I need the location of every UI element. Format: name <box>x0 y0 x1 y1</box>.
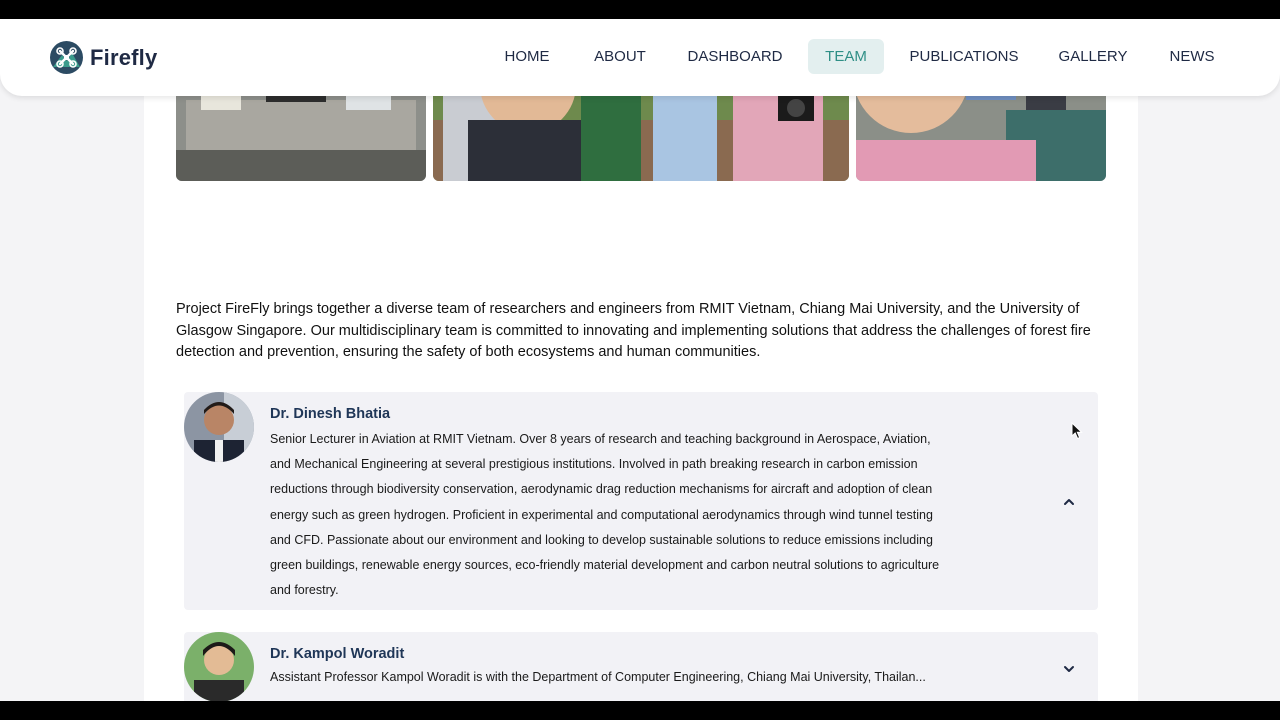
top-navbar: Firefly HOME ABOUT DASHBOARD TEAM PUBLIC… <box>0 19 1280 96</box>
nav-dashboard[interactable]: DASHBOARD <box>676 39 794 74</box>
team-member-card[interactable]: Dr. Kampol Woradit Assistant Professor K… <box>184 632 1098 712</box>
drone-logo-icon <box>50 41 83 74</box>
brand-logo[interactable]: Firefly <box>50 41 157 74</box>
brand-name: Firefly <box>90 44 158 70</box>
avatar <box>184 632 254 702</box>
nav-gallery[interactable]: GALLERY <box>1048 39 1138 74</box>
team-member-card[interactable]: Dr. Dinesh Bhatia Senior Lecturer in Avi… <box>184 392 1098 610</box>
chevron-up-icon[interactable] <box>1062 495 1076 509</box>
member-name: Dr. Kampol Woradit <box>270 646 405 662</box>
team-intro-text: Project FireFly brings together a divers… <box>176 301 1091 361</box>
nav-team[interactable]: TEAM <box>808 39 884 74</box>
nav-news[interactable]: NEWS <box>1160 39 1224 74</box>
member-bio: Senior Lecturer in Aviation at RMIT Viet… <box>270 432 940 598</box>
video-letterbox-bottom <box>0 701 1280 720</box>
nav-home[interactable]: HOME <box>490 39 564 74</box>
member-bio-preview: Assistant Professor Kampol Woradit is wi… <box>270 670 926 684</box>
member-name: Dr. Dinesh Bhatia <box>270 406 391 422</box>
video-letterbox-top <box>0 0 1280 19</box>
chevron-down-icon[interactable] <box>1062 662 1076 676</box>
mouse-cursor-icon <box>1071 422 1083 440</box>
nav-about[interactable]: ABOUT <box>583 39 657 74</box>
avatar <box>184 392 254 462</box>
nav-publications[interactable]: PUBLICATIONS <box>900 39 1028 74</box>
